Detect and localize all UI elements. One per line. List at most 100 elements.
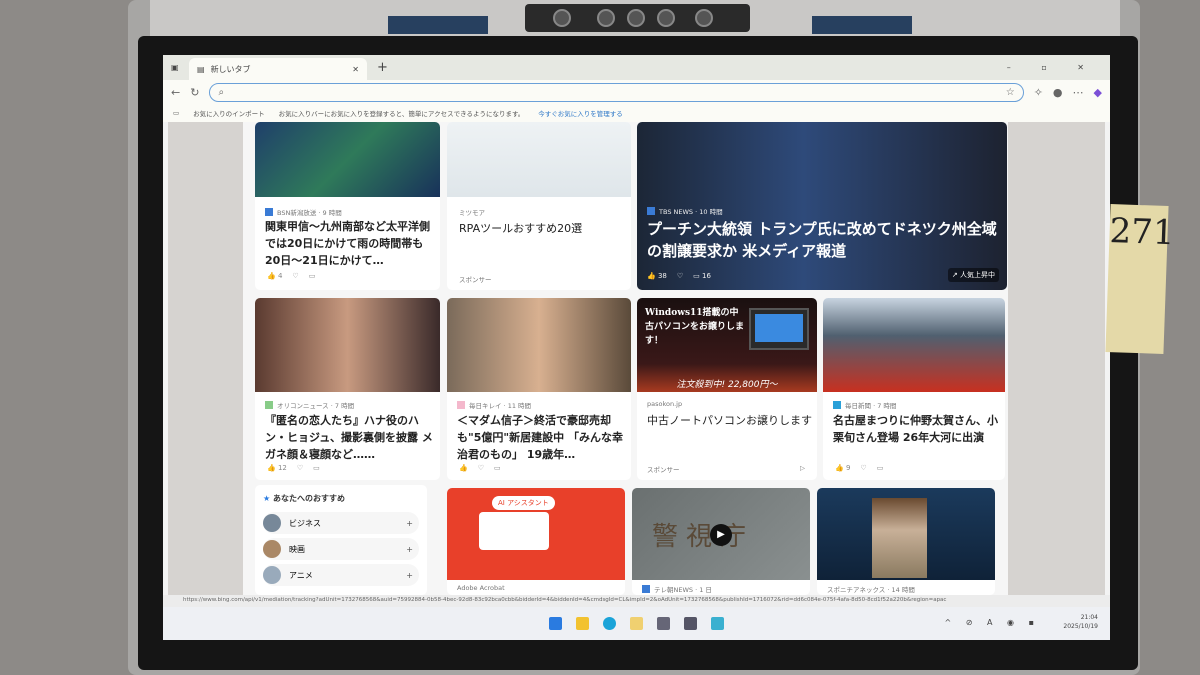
card-source: Adobe Acrobat <box>457 584 505 592</box>
dislike-icon[interactable]: ♡ <box>292 272 298 280</box>
topic-avatar <box>263 514 281 532</box>
ad-card[interactable]: Windows11搭載の中古パソコンをお譲りします！ 注文殺到中! 22,800… <box>637 298 817 480</box>
comment-icon[interactable]: ▭ <box>309 272 316 280</box>
ad-headline: Windows11搭載の中古パソコンをお譲りします！ <box>645 308 745 346</box>
star-icon: ★ <box>263 494 271 503</box>
tab-actions-icon[interactable]: ▣ <box>171 63 179 72</box>
trending-badge: ↗ 人気上昇中 <box>947 268 999 282</box>
like-icon[interactable]: 👍 9 <box>835 464 850 472</box>
card-title[interactable]: 中古ノートパソコンお譲りします <box>647 412 812 429</box>
add-topic-icon[interactable]: + <box>406 545 413 554</box>
sponsor-label: スポンサー <box>459 276 492 284</box>
add-topic-icon[interactable]: + <box>406 571 413 580</box>
dislike-icon[interactable]: ♡ <box>297 464 303 472</box>
circuit-board <box>388 16 488 34</box>
card-source: オリコンニュース · 7 時間 <box>277 402 355 410</box>
comment-icon[interactable]: ▭ <box>494 464 501 472</box>
star-icon[interactable]: ☆ <box>1006 87 1015 98</box>
close-tab-icon[interactable]: ✕ <box>352 65 359 74</box>
news-photo <box>817 488 995 580</box>
card-title[interactable]: 関東甲信～九州南部など太平洋側では20日にかけて雨の時間帯も 20日～21日にか… <box>265 218 435 269</box>
tape-label: 271 <box>1105 204 1175 354</box>
comment-icon[interactable]: ▭ 16 <box>693 272 711 280</box>
manage-favorites-link[interactable]: 今すぐお気に入りを管理する <box>538 108 623 118</box>
back-icon[interactable]: ← <box>171 86 180 99</box>
weather-map-image <box>255 122 440 197</box>
like-icon[interactable]: 👍 <box>459 464 468 472</box>
card-title[interactable]: 名古屋まつりに仲野太賀さん、小栗旬さん登場 26年大河に出演 <box>833 412 1001 446</box>
extensions-icon[interactable]: ✧ <box>1034 86 1043 99</box>
tab-title: 新しいタブ <box>210 64 251 74</box>
recommend-title: あなたへのおすすめ <box>272 494 345 503</box>
start-icon[interactable] <box>549 617 562 630</box>
news-card[interactable]: 毎日キレイ · 11 時間 ＜マダム信子＞終活で豪邸売却も"5億円"新居建設中 … <box>447 298 631 480</box>
topic-movies[interactable]: 映画 + <box>263 538 419 560</box>
menu-icon[interactable]: ⋯ <box>1073 86 1084 99</box>
ad-image: Windows11搭載の中古パソコンをお譲りします！ 注文殺到中! 22,800… <box>637 298 817 392</box>
video-card[interactable]: 警視庁 ▶ テレ朝NEWS · 1 日 <box>632 488 810 595</box>
like-icon[interactable]: 👍 38 <box>647 272 667 280</box>
import-favorites-button[interactable]: お気に入りのインポート <box>193 108 265 118</box>
file-explorer-icon[interactable] <box>576 617 589 630</box>
address-bar[interactable]: ⌕ ☆ <box>209 82 1024 102</box>
dislike-icon[interactable]: ♡ <box>677 272 683 280</box>
tab-new-tab[interactable]: ▤ 新しいタブ ✕ <box>189 58 367 80</box>
edge-icon[interactable] <box>603 617 616 630</box>
video-thumbnail: 警視庁 ▶ <box>632 488 810 580</box>
like-icon[interactable]: 👍 12 <box>267 464 287 472</box>
notepad-icon[interactable] <box>630 617 643 630</box>
clock[interactable]: 21:04 2025/10/19 <box>1063 613 1098 631</box>
status-bar-url: https://www.bing.com/api/v1/mediation/tr… <box>163 595 1110 607</box>
robot-illustration <box>447 122 631 197</box>
circuit-board <box>812 16 912 34</box>
settings-icon[interactable] <box>657 617 670 630</box>
card-title[interactable]: プーチン大統領 トランプ氏に改めてドネツク州全域の割譲要求か 米メディア報道 <box>647 218 1002 262</box>
camera-icon[interactable] <box>684 617 697 630</box>
new-tab-button[interactable]: + <box>377 60 388 75</box>
ai-assistant-badge: AI アシスタント <box>492 496 555 510</box>
favorites-hint: お気に入りバーにお気に入りを登録すると、簡単にアクセスできるようになります。 <box>278 110 525 118</box>
app-icon[interactable] <box>711 617 724 630</box>
refresh-icon[interactable]: ↻ <box>190 86 199 99</box>
card-source: pasokon.jp <box>647 400 683 408</box>
card-title[interactable]: 『匿名の恋人たち』ハナ役のハン・ヒョジュ、撮影裏側を披露 メガネ顔＆寝顔など…… <box>265 412 437 463</box>
news-photo <box>255 298 440 392</box>
ad-card[interactable]: ミツモア RPAツールおすすめ20選 スポンサー <box>447 122 631 290</box>
copilot-icon[interactable]: ◆ <box>1094 86 1102 99</box>
add-topic-icon[interactable]: + <box>406 519 413 528</box>
tab-bar: ▣ ▤ 新しいタブ ✕ + – ▫ ✕ <box>163 55 1110 80</box>
news-card[interactable]: BSN新潟放送 · 9 時間 関東甲信～九州南部など太平洋側では20日にかけて雨… <box>255 122 440 290</box>
ad-price: 注文殺到中! 22,800円～ <box>676 380 778 390</box>
topic-business[interactable]: ビジネス + <box>263 512 419 534</box>
sidebar-toggle-icon[interactable]: ▭ <box>173 109 179 117</box>
dislike-icon[interactable]: ♡ <box>478 464 484 472</box>
card-source: ミツモア <box>459 209 485 217</box>
sign-text: 警視庁 <box>652 522 755 552</box>
topic-avatar <box>263 540 281 558</box>
card-source: 毎日キレイ · 11 時間 <box>469 402 532 410</box>
card-source: 毎日新聞 · 7 時間 <box>845 402 897 410</box>
comment-icon[interactable]: ▭ <box>877 464 884 472</box>
adchoices-icon[interactable]: ▷ <box>800 464 805 472</box>
window-controls[interactable]: – ▫ ✕ <box>1007 63 1098 72</box>
ad-card[interactable]: AI アシスタント Adobe Acrobat <box>447 488 625 595</box>
card-title[interactable]: ＜マダム信子＞終活で豪邸売却も"5億円"新居建設中 「みんな幸治君のもの」 19… <box>457 412 629 463</box>
news-card[interactable]: スポニチアネックス · 14 時間 <box>817 488 995 595</box>
chat-mockup <box>479 512 549 550</box>
like-icon[interactable]: 👍 4 <box>267 272 282 280</box>
news-card[interactable]: 毎日新聞 · 7 時間 名古屋まつりに仲野太賀さん、小栗旬さん登場 26年大河に… <box>823 298 1005 480</box>
play-icon[interactable]: ▶ <box>710 524 732 546</box>
favorites-bar: ▭ お気に入りのインポート お気に入りバーにお気に入りを登録すると、簡単にアクセ… <box>163 104 1110 122</box>
profile-icon[interactable]: ● <box>1053 86 1063 99</box>
comment-icon[interactable]: ▭ <box>313 464 320 472</box>
dislike-icon[interactable]: ♡ <box>860 464 866 472</box>
camera-module <box>525 4 750 32</box>
recommendations-panel: ★ あなたへのおすすめ ビジネス + 映画 + アニメ + <box>255 485 427 595</box>
address-row: ← ↻ ⌕ ☆ ✧ ● ⋯ ◆ <box>163 80 1110 104</box>
featured-news-card[interactable]: TBS NEWS · 10 時間 プーチン大統領 トランプ氏に改めてドネツク州全… <box>637 122 1007 290</box>
topic-anime[interactable]: アニメ + <box>263 564 419 586</box>
system-tray-icons[interactable]: ^ ⊘ A ◉ ▪ <box>945 618 1040 627</box>
news-card[interactable]: オリコンニュース · 7 時間 『匿名の恋人たち』ハナ役のハン・ヒョジュ、撮影裏… <box>255 298 440 480</box>
screen: ▣ ▤ 新しいタブ ✕ + – ▫ ✕ ← ↻ ⌕ ☆ ✧ ● ⋯ ◆ ▭ お気に… <box>163 55 1110 640</box>
card-title[interactable]: RPAツールおすすめ20選 <box>459 220 582 238</box>
